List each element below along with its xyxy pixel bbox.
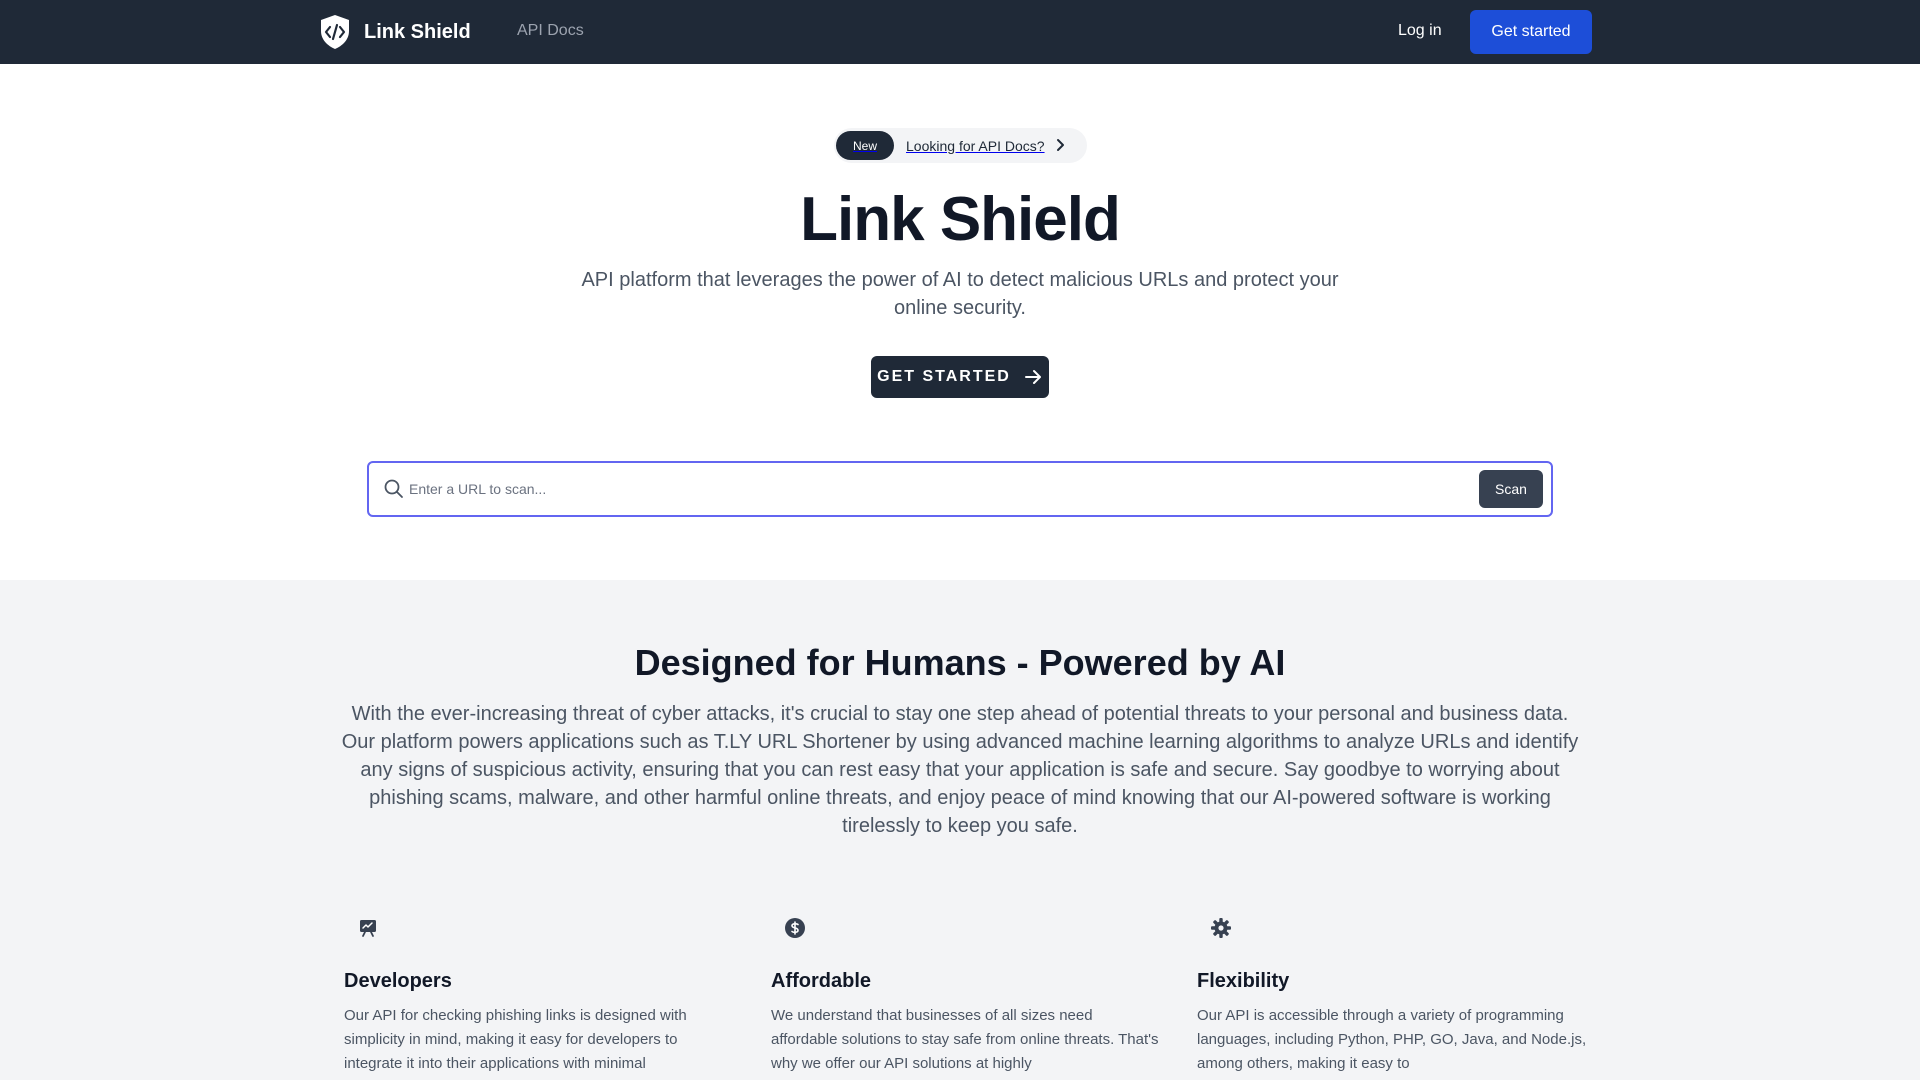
presentation-chart-icon	[356, 916, 380, 940]
shield-code-icon	[318, 13, 352, 51]
brand-name: Link Shield	[364, 20, 471, 43]
api-docs-announcement-pill[interactable]: New Looking for API Docs?	[834, 128, 1087, 163]
announcement-text: Looking for API Docs?	[906, 137, 1045, 154]
features-section: Designed for Humans - Powered by AI With…	[0, 580, 1920, 1080]
nav-link-api-docs[interactable]: API Docs	[517, 22, 584, 40]
hero-get-started-button[interactable]: GET STARTED	[871, 356, 1049, 398]
search-icon	[384, 479, 403, 498]
chevron-right-icon	[1057, 139, 1064, 151]
top-nav: Link Shield API Docs Log in Get started	[0, 0, 1920, 64]
feature-text: Our API for checking phishing links is d…	[344, 1007, 687, 1072]
gear-icon	[1209, 916, 1233, 940]
feature-text: We understand that businesses of all siz…	[771, 1007, 1159, 1072]
feature-title: Flexibility	[1197, 970, 1290, 992]
features-description: With the ever-increasing threat of cyber…	[341, 703, 1579, 837]
dollar-coin-icon	[783, 916, 807, 940]
hero-title: Link Shield	[800, 185, 1121, 254]
brand-logo-link[interactable]: Link Shield	[318, 13, 471, 51]
login-link[interactable]: Log in	[1398, 22, 1442, 40]
features-title: Designed for Humans - Powered by AI	[634, 642, 1286, 683]
feature-title: Affordable	[771, 970, 871, 992]
get-started-button[interactable]: Get started	[1470, 10, 1592, 54]
url-input[interactable]	[409, 475, 1409, 503]
feature-title: Developers	[344, 970, 452, 992]
hero-subtitle: API platform that leverages the power of…	[581, 269, 1339, 319]
hero-cta-label: GET STARTED	[877, 368, 1011, 385]
feature-text: Our API is accessible through a variety …	[1197, 1007, 1587, 1072]
url-scan-bar: Scan	[367, 461, 1553, 517]
new-badge: New	[836, 131, 895, 160]
arrow-right-icon	[1024, 370, 1041, 384]
scan-button[interactable]: Scan	[1479, 470, 1543, 508]
